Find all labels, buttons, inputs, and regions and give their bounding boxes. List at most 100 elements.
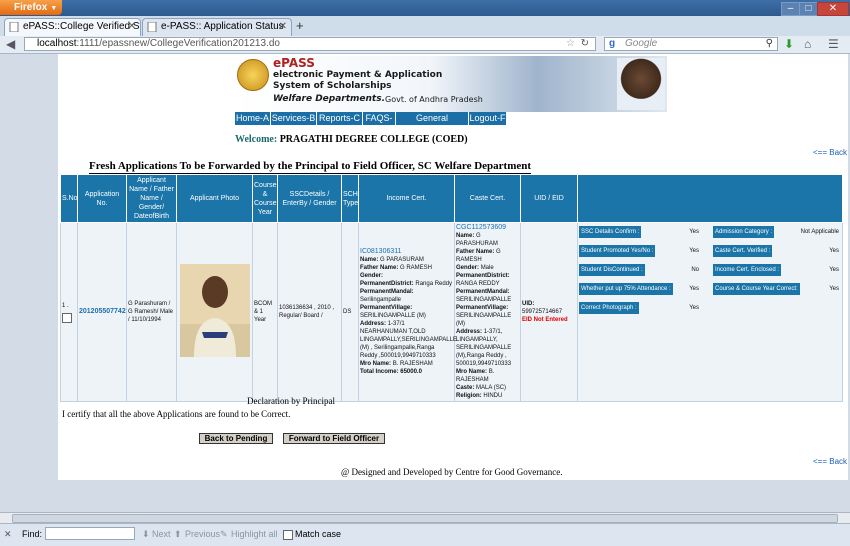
field-value: 599725714667 (522, 309, 563, 315)
back-arrow-icon[interactable]: ◀ (6, 37, 15, 51)
menu-services[interactable]: Services-B (271, 112, 317, 125)
download-icon[interactable]: ⬇ (784, 37, 794, 51)
field-value: Serilingampalle (360, 297, 402, 303)
col-app-no: Application No. (77, 174, 127, 223)
back-link-top[interactable]: <== Back (813, 148, 847, 157)
chevron-down-icon: ▼ (50, 5, 58, 12)
row-number: 1 . (62, 302, 69, 309)
cell-course: BCOM & 1 Year (252, 222, 278, 402)
field-label: Gender: (456, 265, 480, 271)
reload-icon[interactable]: ↻ (581, 38, 589, 50)
bookmark-star-icon[interactable]: ☆ (566, 38, 575, 50)
income-father: Father Name: G RAMESH (360, 264, 453, 272)
home-icon[interactable]: ⌂ (804, 37, 811, 51)
col-sno: S.No (60, 174, 78, 223)
check-label: Course & Course Year Correct: (713, 283, 800, 295)
application-number-link[interactable]: 201205507742 (79, 308, 126, 315)
menu-faqs[interactable]: FAQS-D (363, 112, 396, 136)
footer-credit: @ Designed and Developed by Centre for G… (341, 467, 563, 477)
field-value: MALA (SC) (476, 385, 507, 391)
search-input[interactable]: g Google ⚲ (604, 37, 778, 51)
field-label: PermanentDistrict: (456, 273, 510, 279)
url-host: localhost (37, 38, 77, 49)
close-find-icon[interactable]: ✕ (4, 529, 12, 540)
next-arrow-icon: ⬇ (142, 529, 150, 539)
caste-gender: Gender: Male (456, 264, 519, 272)
maximize-icon[interactable]: □ (799, 2, 818, 16)
field-label: Address: (360, 321, 387, 327)
close-icon[interactable]: ✕ (817, 2, 849, 16)
match-case-checkbox[interactable] (283, 530, 293, 540)
firefox-menu-button[interactable]: Firefox ▼ (0, 0, 62, 15)
new-tab-button[interactable]: + (296, 18, 304, 33)
tab-college-verified[interactable]: ePASS::College Verified Stud... ✕ (4, 18, 141, 36)
find-next-button[interactable]: Next (152, 529, 171, 539)
applicant-photo (179, 264, 250, 357)
menu-home[interactable]: Home-A (235, 112, 271, 125)
field-label: PermanentVillage: (456, 305, 509, 311)
banner-line3: Welfare Departments. (273, 94, 386, 104)
close-tab-icon[interactable]: ✕ (128, 19, 136, 35)
ssc-details: 1036136634 , 2010 , Regular/ Board / (279, 305, 335, 319)
menu-logout[interactable]: Logout-F (469, 112, 507, 125)
url-path: :1111/epassnew/CollegeVerification201213… (76, 38, 280, 49)
income-gender: Gender: (360, 272, 453, 280)
tab-label: e-PASS:: Application Status (161, 21, 284, 32)
caste-cert-link[interactable]: CGC112573609 (456, 224, 519, 232)
table-row: 1 . 201205507742 G Parashuram / G Ramesh… (60, 222, 843, 402)
forward-to-field-officer-button[interactable]: Forward to Field Officer (283, 433, 385, 444)
checks-left: SSC Details Confirm : Yes Student Promote… (579, 225, 699, 320)
horizontal-scrollbar[interactable] (0, 512, 850, 523)
cell-sch-type: DS (341, 222, 359, 402)
check-attendance: Whether put up 75% Attendance : Yes (579, 282, 699, 296)
field-value: G RAMESH (400, 265, 433, 271)
field-value: G PARASURAM (380, 257, 424, 263)
search-icon[interactable]: ⚲ (766, 38, 773, 50)
certify-text: I certify that all the above Application… (62, 409, 291, 419)
row-checkbox[interactable] (62, 312, 72, 323)
highlight-all-button[interactable]: Highlight all (231, 529, 278, 539)
menu-icon[interactable]: ☰ (828, 37, 839, 51)
sch-type: DS (343, 309, 352, 315)
caste-mandal: PermanentMandal: SERILINGAMPALLE (456, 288, 519, 304)
minimize-icon[interactable]: – (781, 2, 800, 16)
applications-table: S.No Application No. Applicant Name / Fa… (60, 174, 843, 402)
caste-religion: Religion: HINDU (456, 392, 519, 400)
income-cert-link[interactable]: IC081306311 (360, 248, 453, 256)
check-caste: Caste Cert. Verified : Yes (713, 244, 839, 258)
college-name: PRAGATHI DEGREE COLLEGE (COED) (279, 134, 468, 145)
field-label: Name: (456, 233, 475, 239)
check-value: Yes (829, 267, 839, 273)
field-value: SERILINGAMPALLE (M) (360, 313, 426, 319)
income-mro: Mro Name: B. RAJESHAM (360, 360, 453, 368)
cm-photo (617, 58, 665, 110)
field-value: Male (480, 265, 494, 271)
check-label: Whether put up 75% Attendance : (579, 283, 673, 295)
tab-label: ePASS::College Verified Stud... (23, 21, 140, 32)
close-tab-icon[interactable]: ✕ (279, 19, 287, 35)
menu-reports[interactable]: Reports-C (317, 112, 363, 125)
income-mandal: PermanentMandal: Serilingampalle (360, 288, 453, 304)
find-input[interactable] (45, 527, 135, 540)
uid-value: UID: 599725714667 (522, 300, 576, 316)
back-link-bottom[interactable]: <== Back (813, 457, 847, 466)
check-label: Caste Cert. Verified : (713, 245, 773, 257)
check-value: Yes (689, 305, 699, 311)
welcome-text: Welcome: PRAGATHI DEGREE COLLEGE (COED) (235, 134, 468, 145)
caste-father: Father Name: G RAMESH (456, 248, 519, 264)
field-label: Mro Name: (360, 361, 392, 367)
back-to-pending-button[interactable]: Back to Pending (199, 433, 273, 444)
page-content: ePASS electronic Payment & Application S… (58, 54, 848, 480)
find-previous-button[interactable]: Previous (185, 529, 220, 539)
check-label: Correct Photograph : (579, 302, 639, 314)
url-bar[interactable]: localhost:1111/epassnew/CollegeVerificat… (24, 37, 596, 51)
menu-general-services[interactable]: General Services-E (396, 112, 469, 136)
tab-application-status[interactable]: e-PASS:: Application Status ✕ (142, 18, 292, 36)
check-label: SSC Details Confirm : (579, 226, 642, 238)
field-label: PermanentMandal: (456, 289, 510, 295)
banner-line1: electronic Payment & Application (273, 70, 443, 80)
col-income: Income Cert. (358, 174, 455, 223)
scrollbar-thumb[interactable] (12, 514, 838, 523)
field-value: SERILINGAMPALLE (456, 297, 512, 303)
field-value: HINDU (483, 393, 503, 399)
